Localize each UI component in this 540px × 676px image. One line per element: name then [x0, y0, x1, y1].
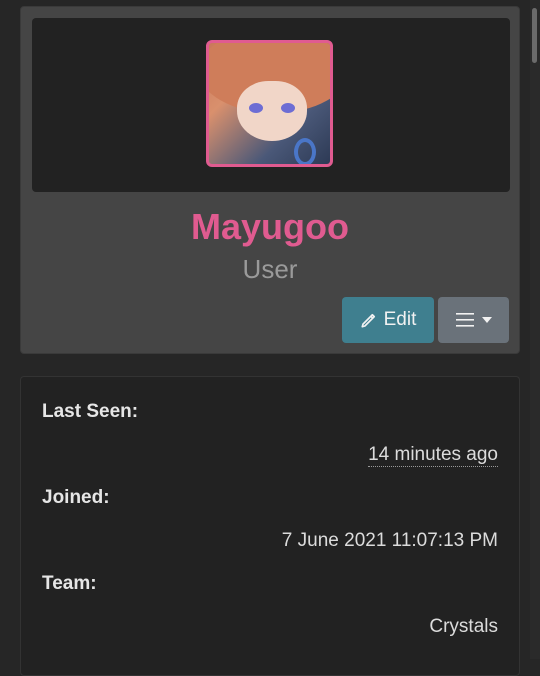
username: Mayugoo: [191, 206, 349, 247]
edit-button[interactable]: Edit: [342, 297, 434, 343]
avatar-headphones: [294, 138, 316, 164]
last-seen-value: 14 minutes ago: [368, 444, 498, 467]
scrollbar-thumb[interactable]: [532, 8, 537, 63]
joined-label: Joined:: [42, 487, 110, 508]
last-seen-timestamp: 14 minutes ago: [368, 444, 498, 467]
more-options-button[interactable]: [438, 297, 509, 343]
profile-card: Mayugoo User Edit: [20, 6, 520, 354]
profile-banner: [32, 18, 510, 192]
chevron-down-icon: [481, 317, 492, 323]
edit-button-label: Edit: [383, 309, 417, 330]
avatar-eye-left: [249, 103, 263, 113]
pencil-icon: [360, 311, 378, 329]
hamburger-menu-icon: [455, 312, 474, 328]
profile-info-card: Last Seen: 14 minutes ago Joined: 7 June…: [20, 376, 520, 676]
avatar[interactable]: [206, 40, 333, 167]
scrollbar-track[interactable]: [530, 0, 540, 659]
joined-value: 7 June 2021 11:07:13 PM: [281, 530, 498, 551]
avatar-eye-right: [281, 103, 295, 113]
team-value: Crystals: [429, 616, 498, 637]
last-seen-label: Last Seen:: [42, 401, 139, 422]
user-role: User: [242, 254, 298, 284]
team-label: Team:: [42, 573, 97, 594]
avatar-face: [237, 81, 307, 141]
